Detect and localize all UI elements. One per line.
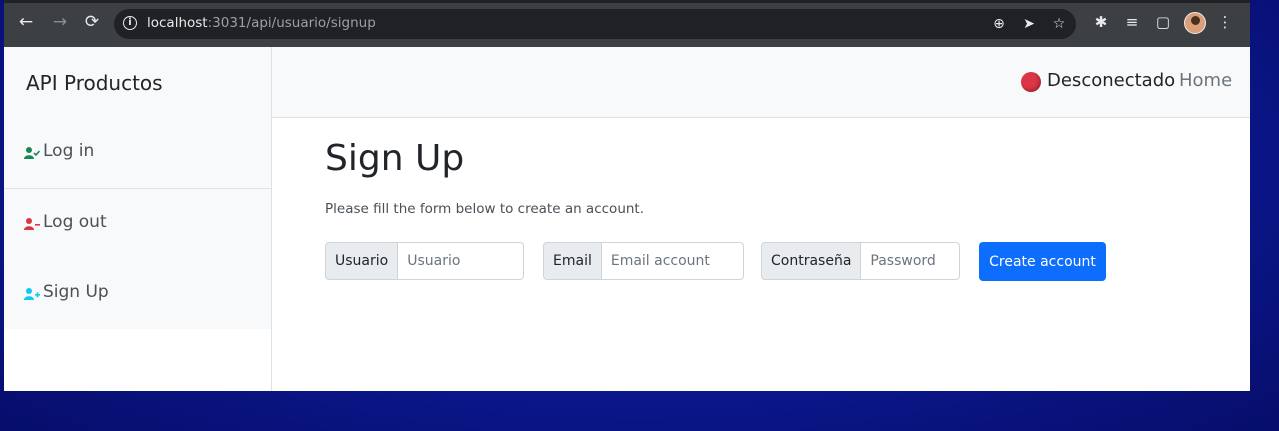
url-text[interactable]: localhost:3031/api/usuario/signup (147, 15, 376, 31)
main-content: Sign Up Please fill the form below to cr… (272, 118, 1250, 391)
extensions-icon[interactable]: ✱ (1091, 12, 1111, 32)
address-bar[interactable]: i localhost:3031/api/usuario/signup ⊕ ➤ … (114, 9, 1076, 39)
page-subtitle: Please fill the form below to create an … (325, 201, 645, 217)
email-label: Email (543, 242, 602, 280)
tab-strip (4, 0, 1250, 3)
browser-window: ← → ⟳ i localhost:3031/api/usuario/signu… (4, 0, 1250, 391)
status-indicator-icon (1021, 72, 1041, 92)
sidebar-item-label: Sign Up (43, 282, 109, 302)
brand-title: API Productos (26, 71, 163, 95)
profile-avatar[interactable] (1184, 12, 1206, 34)
password-input[interactable] (861, 242, 961, 280)
site-info-icon[interactable]: i (123, 16, 137, 30)
page-title: Sign Up (325, 138, 465, 179)
email-input[interactable] (601, 242, 744, 280)
reload-icon[interactable]: ⟳ (82, 12, 102, 32)
menu-kebab-icon[interactable]: ⋮ (1215, 12, 1235, 32)
zoom-icon[interactable]: ⊕ (990, 15, 1008, 33)
usuario-label: Usuario (325, 242, 399, 280)
home-link[interactable]: Home (1179, 70, 1232, 91)
brand[interactable]: API Productos (4, 47, 271, 119)
password-input-group: Contraseña (761, 242, 961, 280)
url-path: :3031/api/usuario/signup (207, 15, 376, 31)
usuario-input-group: Usuario (325, 242, 525, 280)
side-panel-icon[interactable]: ▢ (1153, 12, 1173, 32)
sidebar-item-label: Log in (43, 141, 95, 161)
media-control-icon[interactable]: ≡ (1122, 12, 1142, 32)
forward-icon[interactable]: → (50, 12, 70, 32)
sidebar-item-signup[interactable]: Sign Up (4, 259, 271, 329)
sidebar-item-logout[interactable]: Log out (4, 188, 271, 260)
top-navbar: Desconectado Home (272, 47, 1250, 118)
password-label: Contraseña (761, 242, 862, 280)
sidebar-item-label: Log out (43, 212, 107, 232)
user-plus-icon (24, 288, 40, 300)
create-account-button[interactable]: Create account (979, 242, 1106, 281)
email-input-group: Email (543, 242, 744, 280)
back-icon[interactable]: ← (16, 12, 36, 32)
app: API Productos Log in Log out Sign Up Des… (4, 47, 1250, 391)
user-minus-icon (24, 218, 40, 230)
url-host: localhost (147, 15, 208, 31)
connection-status: Desconectado (1047, 70, 1176, 91)
browser-toolbar: ← → ⟳ i localhost:3031/api/usuario/signu… (4, 0, 1250, 47)
sidebar-item-login[interactable]: Log in (4, 118, 271, 189)
user-check-icon (24, 147, 40, 159)
usuario-input[interactable] (398, 242, 525, 280)
bookmark-star-icon[interactable]: ☆ (1050, 15, 1068, 33)
send-icon[interactable]: ➤ (1020, 15, 1038, 33)
sidebar: API Productos Log in Log out Sign Up (4, 47, 272, 391)
